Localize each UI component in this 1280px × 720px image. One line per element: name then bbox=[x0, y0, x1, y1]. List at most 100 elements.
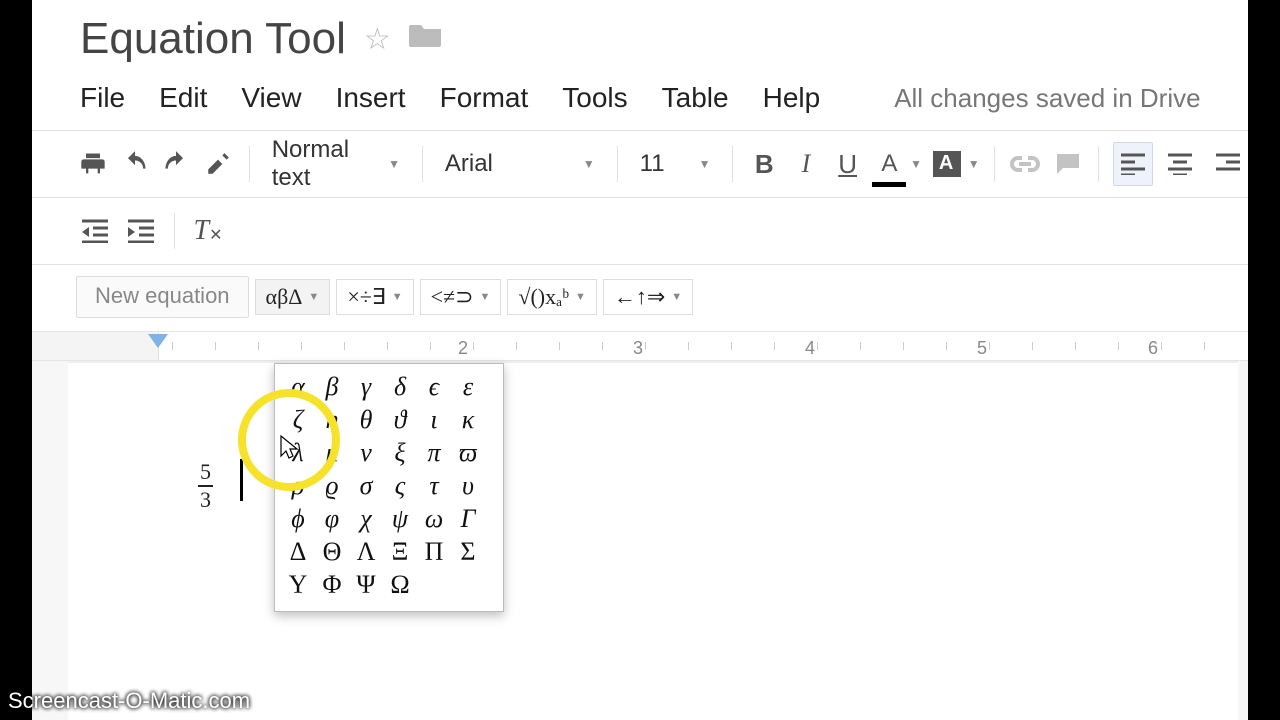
greek-σ[interactable]: σ bbox=[349, 469, 383, 502]
text-color-dropdown-icon[interactable]: ▼ bbox=[910, 157, 922, 171]
greek-Ψ[interactable]: Ψ bbox=[349, 568, 383, 601]
greek-γ[interactable]: γ bbox=[349, 370, 383, 403]
menu-format[interactable]: Format bbox=[440, 82, 529, 114]
greek-ϱ[interactable]: ϱ bbox=[315, 469, 349, 502]
ruler-tick: 6 bbox=[1148, 338, 1158, 359]
greek-ϕ[interactable]: ϕ bbox=[281, 502, 315, 535]
greek-Π[interactable]: Π bbox=[417, 535, 451, 568]
greek-ι[interactable]: ι bbox=[417, 403, 451, 436]
comment-icon[interactable] bbox=[1050, 145, 1084, 183]
save-status: All changes saved in Drive bbox=[894, 83, 1200, 114]
paragraph-style-label: Normal text bbox=[272, 136, 378, 192]
eq-category-arrows[interactable]: ←↑⇒▼ bbox=[603, 279, 693, 315]
document-title[interactable]: Equation Tool bbox=[80, 14, 346, 64]
eq-category-operators[interactable]: ×÷∃▼ bbox=[336, 279, 413, 315]
greek-ε[interactable]: ε bbox=[451, 370, 485, 403]
greek-ζ[interactable]: ζ bbox=[281, 403, 315, 436]
greek-μ[interactable]: μ bbox=[315, 436, 349, 469]
font-size-label: 11 bbox=[640, 150, 665, 178]
greek-ρ[interactable]: ρ bbox=[281, 469, 315, 502]
greek-ϖ[interactable]: ϖ bbox=[451, 436, 485, 469]
align-right-button[interactable] bbox=[1208, 142, 1248, 186]
font-size-dropdown[interactable]: 11▼ bbox=[632, 145, 719, 183]
greek-ϑ[interactable]: ϑ bbox=[383, 403, 417, 436]
menu-table[interactable]: Table bbox=[662, 82, 729, 114]
greek-ω[interactable]: ω bbox=[417, 502, 451, 535]
greek-Δ[interactable]: Δ bbox=[281, 535, 315, 568]
undo-icon[interactable] bbox=[118, 145, 152, 183]
greek-α[interactable]: α bbox=[281, 370, 315, 403]
greek-Σ[interactable]: Σ bbox=[451, 535, 485, 568]
eq-category-greek[interactable]: αβΔ▼ bbox=[255, 279, 331, 315]
paint-format-icon[interactable] bbox=[201, 145, 235, 183]
folder-icon[interactable] bbox=[409, 21, 443, 57]
greek-ψ[interactable]: ψ bbox=[383, 502, 417, 535]
text-color-button[interactable]: A bbox=[872, 145, 906, 183]
bold-button[interactable]: B bbox=[747, 145, 781, 183]
greek-Θ[interactable]: Θ bbox=[315, 535, 349, 568]
underline-button[interactable]: U bbox=[831, 145, 865, 183]
greek-ξ[interactable]: ξ bbox=[383, 436, 417, 469]
toolbar-main: Normal text▼ Arial▼ 11▼ B I U A ▼ ▼ bbox=[32, 131, 1248, 197]
watermark: Screencast-O-Matic.com bbox=[8, 688, 250, 714]
indent-marker-icon[interactable] bbox=[148, 334, 168, 348]
star-icon[interactable]: ☆ bbox=[364, 22, 391, 57]
greek-χ[interactable]: χ bbox=[349, 502, 383, 535]
greek-θ[interactable]: θ bbox=[349, 403, 383, 436]
text-cursor bbox=[240, 459, 243, 501]
greek-ς[interactable]: ς bbox=[383, 469, 417, 502]
greek-Φ[interactable]: Φ bbox=[315, 568, 349, 601]
greek-υ[interactable]: υ bbox=[451, 469, 485, 502]
ruler-tick: 3 bbox=[633, 338, 643, 359]
ruler[interactable]: 2 3 4 5 6 bbox=[32, 331, 1248, 361]
equation-toolbar: New equation αβΔ▼ ×÷∃▼ <≠⊃▼ √()xₐᵇ▼ ←↑⇒▼ bbox=[32, 265, 1248, 329]
indent-button[interactable] bbox=[122, 212, 160, 250]
paragraph-style-dropdown[interactable]: Normal text▼ bbox=[264, 145, 408, 183]
greek-ϵ[interactable]: ϵ bbox=[417, 370, 451, 403]
greek-φ[interactable]: φ bbox=[315, 502, 349, 535]
menu-bar: File Edit View Insert Format Tools Table… bbox=[32, 64, 1248, 130]
print-icon[interactable] bbox=[76, 145, 110, 183]
greek-δ[interactable]: δ bbox=[383, 370, 417, 403]
fraction-numerator: 5 bbox=[198, 459, 213, 487]
italic-button[interactable]: I bbox=[789, 145, 823, 183]
font-label: Arial bbox=[445, 150, 493, 178]
greek-Ω[interactable]: Ω bbox=[383, 568, 417, 601]
fraction-denominator: 3 bbox=[198, 487, 213, 513]
eq-category-math[interactable]: √()xₐᵇ▼ bbox=[507, 279, 596, 315]
new-equation-button[interactable]: New equation bbox=[76, 276, 249, 318]
greek-λ[interactable]: λ bbox=[281, 436, 315, 469]
ruler-tick: 5 bbox=[977, 338, 987, 359]
menu-edit[interactable]: Edit bbox=[159, 82, 207, 114]
align-left-button[interactable] bbox=[1113, 142, 1153, 186]
ruler-tick: 4 bbox=[805, 338, 815, 359]
highlight-dropdown-icon[interactable]: ▼ bbox=[968, 157, 980, 171]
outdent-button[interactable] bbox=[76, 212, 114, 250]
ruler-tick: 2 bbox=[458, 338, 468, 359]
link-icon[interactable] bbox=[1009, 145, 1043, 183]
greek-Γ[interactable]: Γ bbox=[451, 502, 485, 535]
greek-π[interactable]: π bbox=[417, 436, 451, 469]
font-dropdown[interactable]: Arial▼ bbox=[437, 145, 603, 183]
greek-τ[interactable]: τ bbox=[417, 469, 451, 502]
menu-file[interactable]: File bbox=[80, 82, 125, 114]
equation-fraction[interactable]: 5 3 bbox=[198, 459, 213, 513]
greek-Λ[interactable]: Λ bbox=[349, 535, 383, 568]
menu-help[interactable]: Help bbox=[763, 82, 821, 114]
greek-Υ[interactable]: Υ bbox=[281, 568, 315, 601]
greek-letters-popup: αβγδϵε ζηθϑικ λμνξπϖ ρϱσςτυ ϕφχψωΓ ΔΘΛΞΠΣ ΥΦΨΩ bbox=[274, 363, 504, 612]
menu-tools[interactable]: Tools bbox=[562, 82, 627, 114]
highlight-button[interactable] bbox=[930, 145, 964, 183]
greek-β[interactable]: β bbox=[315, 370, 349, 403]
menu-insert[interactable]: Insert bbox=[336, 82, 406, 114]
redo-icon[interactable] bbox=[159, 145, 193, 183]
document-page[interactable]: 5 3 αβγδϵε ζηθϑικ λμνξπϖ ρϱσςτυ ϕφχψωΓ ΔΘΛΞΠΣ… bbox=[68, 361, 1238, 720]
greek-ν[interactable]: ν bbox=[349, 436, 383, 469]
greek-κ[interactable]: κ bbox=[451, 403, 485, 436]
clear-formatting-button[interactable]: T✕ bbox=[189, 212, 227, 250]
eq-category-relations[interactable]: <≠⊃▼ bbox=[420, 279, 502, 315]
greek-Ξ[interactable]: Ξ bbox=[383, 535, 417, 568]
menu-view[interactable]: View bbox=[241, 82, 301, 114]
greek-η[interactable]: η bbox=[315, 403, 349, 436]
align-center-button[interactable] bbox=[1161, 142, 1201, 186]
